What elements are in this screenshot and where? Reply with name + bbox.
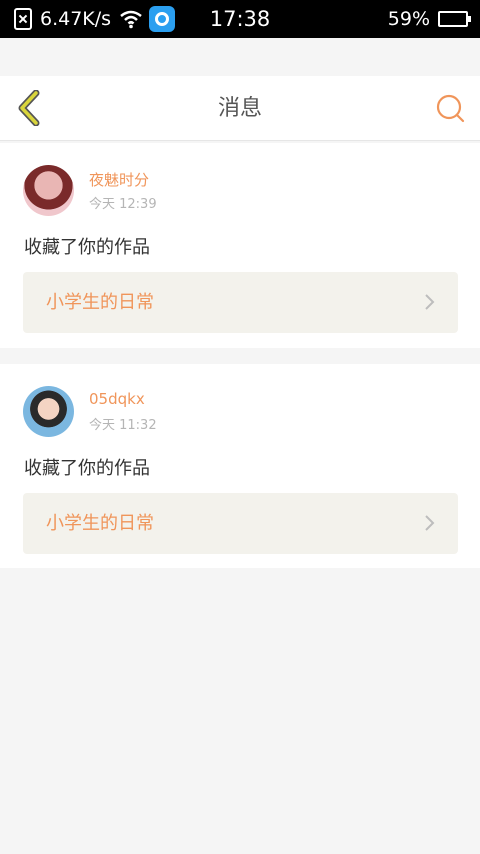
message-card[interactable]: 夜魅时分 今天 12:39 收藏了你的作品 小学生的日常: [0, 143, 480, 348]
search-button[interactable]: [434, 92, 468, 126]
work-title: 小学生的日常: [46, 513, 154, 534]
work-link[interactable]: 小学生的日常: [23, 272, 458, 333]
message-text: 收藏了你的作品: [24, 458, 150, 479]
avatar[interactable]: [23, 386, 74, 437]
message-text: 收藏了你的作品: [24, 237, 150, 258]
timestamp: 今天 11:32: [89, 418, 157, 433]
header: 消息: [0, 76, 480, 141]
avatar[interactable]: [23, 165, 74, 216]
work-link[interactable]: 小学生的日常: [23, 493, 458, 554]
chevron-right-icon: [425, 294, 435, 310]
status-bar: 6.47K/s 17:38 59%: [0, 0, 480, 38]
chevron-right-icon: [425, 515, 435, 531]
work-title: 小学生的日常: [46, 292, 154, 313]
page-title: 消息: [217, 96, 262, 121]
battery-percent: 59%: [387, 8, 430, 30]
message-card[interactable]: 05dqkx 今天 11:32 收藏了你的作品 小学生的日常: [0, 364, 480, 568]
timestamp: 今天 12:39: [89, 197, 157, 212]
battery-icon: [438, 11, 471, 27]
search-icon: [436, 94, 465, 123]
username[interactable]: 05dqkx: [89, 390, 145, 408]
status-right: 59%: [387, 0, 471, 38]
username[interactable]: 夜魅时分: [89, 169, 149, 190]
